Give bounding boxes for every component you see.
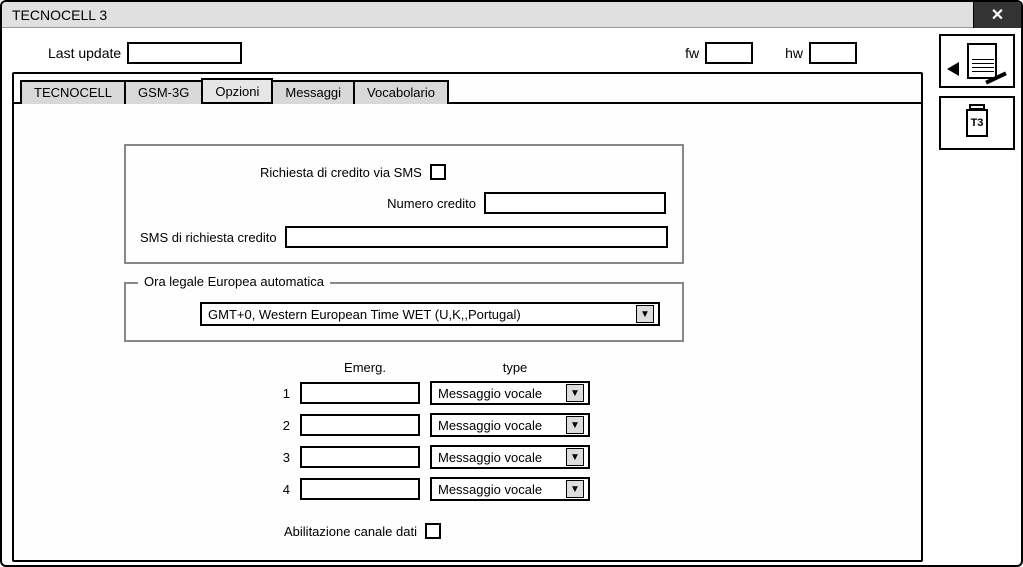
tab-page-opzioni: Richiesta di credito via SMS Numero cred… [14,102,921,557]
emerg-type-select-4[interactable]: Messaggio vocale ▼ [430,477,590,501]
tab-strip: TECNOCELL GSM-3G Opzioni Messaggi Vocabo… [20,78,921,102]
chevron-down-icon: ▼ [636,305,654,323]
emerg-type-select-1[interactable]: Messaggio vocale ▼ [430,381,590,405]
group-credit: Richiesta di credito via SMS Numero cred… [124,144,684,264]
emerg-row-3: 3 Messaggio vocale ▼ [274,445,634,469]
request-credit-sms-label: Richiesta di credito via SMS [260,165,422,180]
body: Last update fw hw TECNOCELL GSM-3G Opzio… [2,28,1021,565]
chevron-down-icon: ▼ [566,416,584,434]
tab-opzioni[interactable]: Opzioni [201,78,273,102]
tab-tecnocell[interactable]: TECNOCELL [20,80,126,104]
sms-richiesta-input[interactable] [285,226,668,248]
sms-richiesta-label: SMS di richiesta credito [140,230,277,245]
window-title: TECNOCELL 3 [12,7,107,23]
hw-label: hw [785,45,803,61]
close-button[interactable]: ✕ [973,2,1021,28]
data-channel-label: Abilitazione canale dati [284,524,417,539]
last-update-input[interactable] [127,42,242,64]
emerg-header: Emerg. type [274,360,634,375]
chevron-down-icon: ▼ [566,384,584,402]
hw-input[interactable] [809,42,857,64]
main-column: Last update fw hw TECNOCELL GSM-3G Opzio… [2,28,933,565]
tab-messaggi[interactable]: Messaggi [271,80,355,104]
emerg-type-select-2[interactable]: Messaggio vocale ▼ [430,413,590,437]
document-icon [967,43,997,79]
chevron-down-icon: ▼ [566,448,584,466]
emerg-input-4[interactable] [300,478,420,500]
dst-legend: Ora legale Europea automatica [138,274,330,289]
emerg-row-4: 4 Messaggio vocale ▼ [274,477,634,501]
request-credit-sms-checkbox[interactable] [430,164,446,180]
arrow-left-icon [947,62,959,76]
side-btn-edit-doc[interactable] [939,34,1015,88]
timezone-value: GMT+0, Western European Time WET (U,K,,P… [208,307,521,322]
header-row: Last update fw hw [48,42,923,64]
emerg-input-1[interactable] [300,382,420,404]
data-channel-checkbox[interactable] [425,523,441,539]
emerg-input-2[interactable] [300,414,420,436]
close-icon: ✕ [991,5,1004,25]
side-toolbar: T3 [933,28,1021,565]
emerg-row-2: 2 Messaggio vocale ▼ [274,413,634,437]
numero-credito-label: Numero credito [140,196,476,211]
chevron-down-icon: ▼ [566,480,584,498]
app-window: TECNOCELL 3 ✕ Last update fw hw TECNOCEL… [0,0,1023,567]
emergency-block: Emerg. type 1 Messaggio vocale ▼ [274,360,634,501]
last-update-label: Last update [48,45,121,61]
fw-label: fw [685,45,699,61]
tab-vocabolario[interactable]: Vocabolario [353,80,449,104]
tab-gsm3g[interactable]: GSM-3G [124,80,203,104]
emerg-type-select-3[interactable]: Messaggio vocale ▼ [430,445,590,469]
timezone-select[interactable]: GMT+0, Western European Time WET (U,K,,P… [200,302,660,326]
type-col-header: type [430,360,600,375]
content-frame: TECNOCELL GSM-3G Opzioni Messaggi Vocabo… [12,72,923,562]
emerg-input-3[interactable] [300,446,420,468]
side-btn-device-t3[interactable]: T3 [939,96,1015,150]
emerg-row-1: 1 Messaggio vocale ▼ [274,381,634,405]
group-dst: Ora legale Europea automatica GMT+0, Wes… [124,282,684,342]
emerg-col-header: Emerg. [300,360,430,375]
titlebar: TECNOCELL 3 ✕ [2,2,1021,28]
numero-credito-input[interactable] [484,192,666,214]
device-top-icon [969,104,985,110]
device-t3-icon: T3 [966,109,988,137]
fw-input[interactable] [705,42,753,64]
data-channel-row: Abilitazione canale dati [284,523,901,539]
